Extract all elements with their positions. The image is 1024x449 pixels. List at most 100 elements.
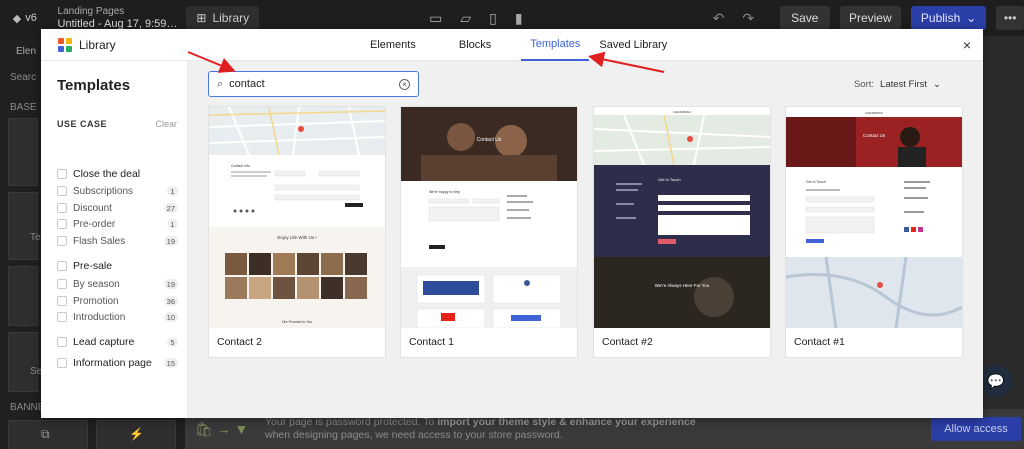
- laptop-icon[interactable]: ▱: [460, 10, 471, 27]
- contact-hash1-preview: GRANDMAN Contact Us Get In Touch: [786, 107, 962, 328]
- category-label: Pre-sale: [73, 260, 113, 272]
- category-checkbox[interactable]: [57, 203, 67, 213]
- category-filter[interactable]: Lead capture 5: [57, 335, 178, 349]
- template-card[interactable]: Contact Us We're happy to help Contact 1: [400, 106, 578, 358]
- category-checkbox[interactable]: [57, 261, 67, 271]
- category-checkbox[interactable]: [57, 186, 67, 196]
- preview-button[interactable]: Preview: [839, 6, 901, 30]
- save-button[interactable]: Save: [780, 6, 830, 30]
- sidebar-title: Templates: [57, 77, 131, 94]
- library-modal: Library Elements Blocks Templates Saved …: [41, 29, 983, 418]
- card-banner-text: We're Always Here For You: [655, 283, 710, 288]
- card-form-title: Get In Touch: [658, 177, 681, 182]
- version-label: v6: [25, 12, 37, 24]
- template-card-name: Contact 1: [409, 336, 454, 348]
- redo-icon[interactable]: ↷: [742, 10, 754, 27]
- category-checkbox[interactable]: [57, 312, 67, 322]
- category-label: Close the deal: [73, 168, 141, 180]
- card-form-title: We're happy to help: [429, 190, 460, 194]
- search-input[interactable]: contact: [229, 78, 399, 90]
- category-checkbox[interactable]: [57, 219, 67, 229]
- library-tabs: Elements Blocks Templates Saved Library: [359, 29, 677, 61]
- notice-text: Your page is password protected. To impo…: [265, 416, 905, 442]
- template-thumbnail: Contact Info Enjoy Life With Us ! Our Pr…: [209, 107, 385, 328]
- template-card[interactable]: GRANDMAN Contact Us Get In Touch Contact…: [785, 106, 963, 358]
- publish-button[interactable]: Publish ⌄: [910, 6, 987, 30]
- undo-icon[interactable]: ↶: [713, 10, 725, 27]
- category-checkbox[interactable]: [57, 169, 67, 179]
- modal-header: Library Elements Blocks Templates Saved …: [41, 29, 983, 61]
- layers-icon: ⧉: [41, 427, 50, 441]
- desktop-icon[interactable]: ▭: [429, 10, 442, 27]
- sort-dropdown[interactable]: Sort: Latest First ⌄: [854, 79, 941, 90]
- category-filter[interactable]: Close the deal: [57, 167, 178, 181]
- template-card-name: Contact 2: [217, 336, 262, 348]
- category-checkbox[interactable]: [57, 296, 67, 306]
- category-filter[interactable]: Pre-order 1: [57, 217, 178, 231]
- template-thumbnail: Contact Us We're happy to help: [401, 107, 577, 328]
- category-filter[interactable]: Information page 15: [57, 356, 178, 370]
- template-card[interactable]: GRANDMAN Get In Touch We're Always Here …: [593, 106, 771, 358]
- clear-search-icon[interactable]: ×: [399, 78, 410, 90]
- more-button[interactable]: •••: [996, 6, 1024, 30]
- publish-button-label: Publish: [920, 11, 961, 25]
- category-filter[interactable]: Pre-sale: [57, 259, 178, 273]
- chevron-down-icon: ⌄: [933, 79, 941, 90]
- template-search[interactable]: ⌕ contact ×: [208, 71, 419, 97]
- card-heading: Contact Us: [477, 137, 502, 143]
- category-filter[interactable]: Subscriptions 1: [57, 184, 178, 198]
- element-tile[interactable]: [8, 332, 38, 392]
- clear-filter-link[interactable]: Clear: [155, 119, 177, 129]
- category-checkbox[interactable]: [57, 236, 67, 246]
- logo-icon: ◆: [12, 12, 22, 25]
- chevron-down-icon: ⌄: [966, 11, 977, 25]
- category-filter[interactable]: Promotion 36: [57, 294, 178, 308]
- element-tile[interactable]: [8, 192, 38, 260]
- category-filter[interactable]: By season 19: [57, 277, 178, 291]
- category-label: By season: [73, 278, 120, 290]
- category-filter[interactable]: Flash Sales 19: [57, 234, 178, 248]
- sort-label: Sort:: [853, 79, 875, 90]
- element-tile[interactable]: [8, 266, 38, 326]
- category-count-badge: 5: [167, 337, 178, 347]
- card-form-title: Get In Touch: [806, 180, 826, 184]
- tab-saved-library[interactable]: Saved Library: [589, 29, 677, 61]
- banner-tile[interactable]: ⧉: [8, 420, 88, 449]
- category-label: Promotion: [73, 295, 119, 307]
- category-count-badge: 19: [163, 279, 178, 289]
- card-brand: GRANDMAN: [673, 110, 691, 114]
- category-count-badge: 36: [163, 296, 178, 306]
- category-count-badge: 19: [163, 236, 178, 246]
- panel-search[interactable]: Searc: [10, 72, 36, 83]
- banner-section-label: BANNE: [10, 402, 45, 413]
- card-tagline: Enjoy Life With Us !: [277, 235, 316, 240]
- category-filter[interactable]: Discount 27: [57, 201, 178, 215]
- category-checkbox[interactable]: [57, 337, 67, 347]
- category-checkbox[interactable]: [57, 279, 67, 289]
- templates-sidebar: Templates USE CASE Clear Close the deal S…: [41, 61, 188, 418]
- category-count-badge: 27: [163, 203, 178, 213]
- category-filter[interactable]: Introduction 10: [57, 310, 178, 324]
- tab-templates[interactable]: Templates: [521, 29, 590, 61]
- chat-icon[interactable]: 💬: [980, 365, 1012, 397]
- close-icon[interactable]: ×: [963, 37, 971, 53]
- breadcrumb[interactable]: Landing Pages: [58, 6, 125, 17]
- template-card-name: Contact #1: [794, 336, 845, 348]
- category-count-badge: 10: [163, 312, 178, 322]
- element-tile[interactable]: [8, 118, 38, 186]
- template-card[interactable]: Contact Info Enjoy Life With Us ! Our Pr…: [208, 106, 386, 358]
- category-label: Pre-order: [73, 218, 116, 230]
- mobile-icon[interactable]: ▮: [515, 10, 523, 27]
- elements-tab[interactable]: Elen: [16, 46, 36, 57]
- templates-content: ⌕ contact × Sort: Latest First ⌄ Contact…: [188, 61, 983, 418]
- tab-elements[interactable]: Elements: [359, 29, 435, 61]
- page-title-group[interactable]: Landing Pages Untitled - Aug 17, 9:59…: [50, 6, 179, 30]
- tab-blocks[interactable]: Blocks: [435, 29, 515, 61]
- tablet-icon[interactable]: ▯: [489, 10, 497, 27]
- banner-tile[interactable]: ⚡: [96, 420, 176, 449]
- search-icon: ⌕: [217, 77, 224, 90]
- library-button[interactable]: ⊞ Library: [186, 6, 260, 30]
- category-checkbox[interactable]: [57, 358, 67, 368]
- allow-access-button[interactable]: Allow access: [931, 417, 1021, 441]
- sort-value: Latest First: [880, 79, 928, 90]
